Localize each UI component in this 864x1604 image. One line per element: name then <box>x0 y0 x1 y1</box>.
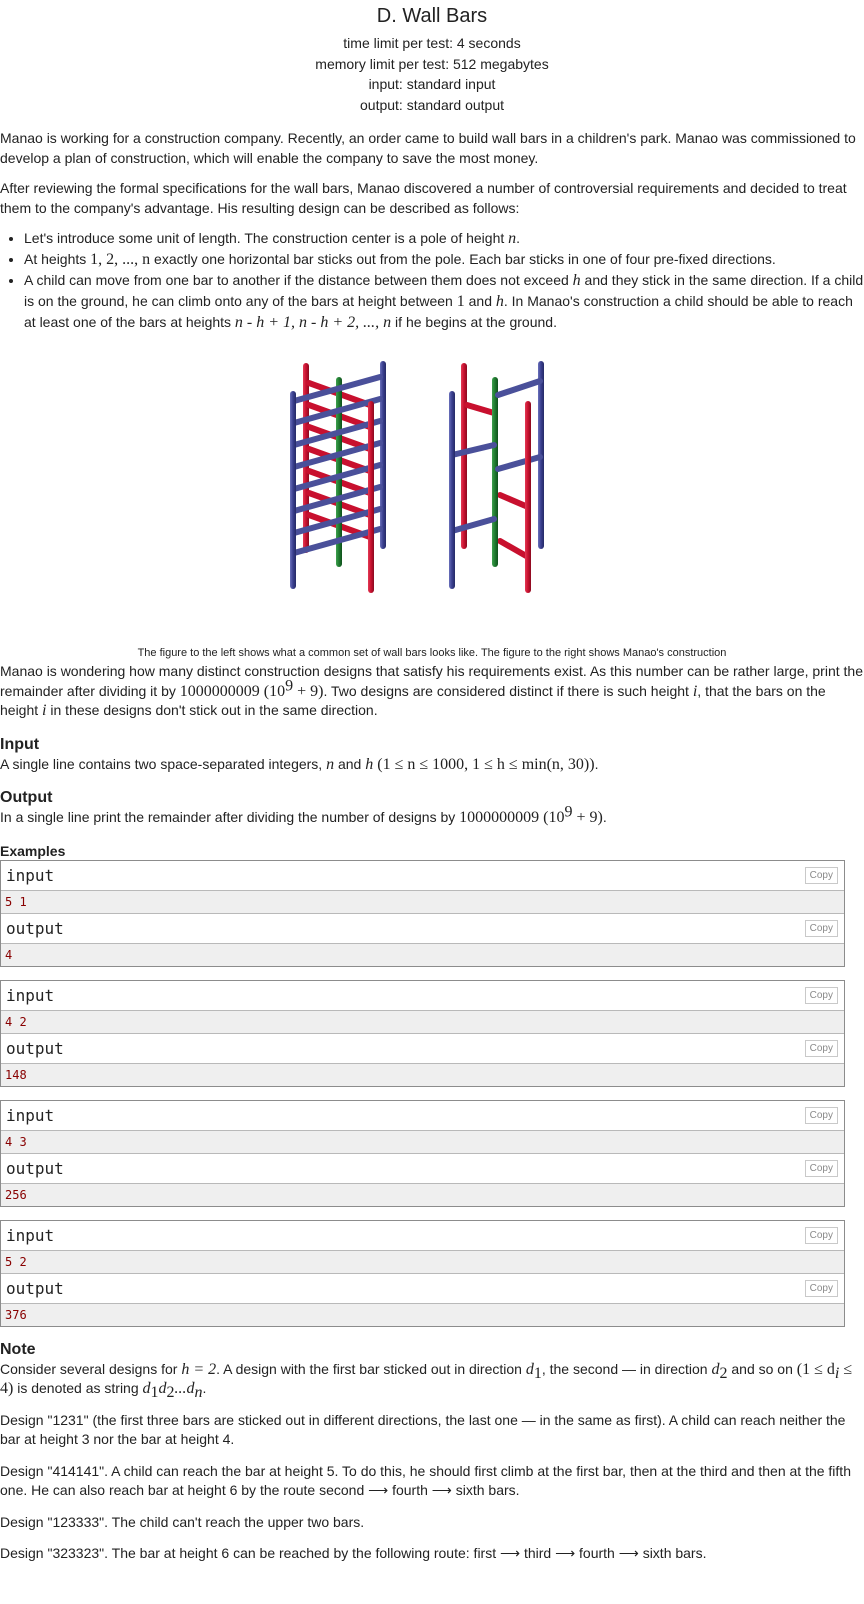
examples-title: Examples <box>0 842 66 859</box>
note-paragraph-4: Design "123333". The child can't reach t… <box>0 1513 365 1530</box>
example-block: input Copy 5 2 output Copy 376 <box>0 1219 845 1327</box>
example-input-header: input Copy <box>1 980 844 1011</box>
example-output-header: output Copy <box>1 1033 844 1064</box>
copy-button[interactable]: Copy <box>804 919 838 937</box>
example-input-value: 5 1 <box>1 890 844 914</box>
example-input-value: 4 3 <box>1 1130 844 1154</box>
common-wall-bars <box>290 361 386 593</box>
statement-paragraph-3: Manao is wondering how many distinct con… <box>0 663 863 719</box>
example-output-value: 148 <box>1 1063 844 1086</box>
problem-page: D. Wall Bars time limit per test: 4 seco… <box>0 2 864 1564</box>
example-output-value: 256 <box>1 1183 844 1206</box>
output-file: output: standard output <box>360 96 504 113</box>
example-block: input Copy 4 3 output Copy 256 <box>0 1099 845 1207</box>
copy-button[interactable]: Copy <box>804 1159 838 1177</box>
memory-limit: memory limit per test: 512 megabytes <box>315 55 549 72</box>
copy-button[interactable]: Copy <box>804 1279 838 1297</box>
example-output-header: output Copy <box>1 913 844 944</box>
copy-button[interactable]: Copy <box>804 1106 838 1124</box>
requirements-list: Let's introduce some unit of length. The… <box>0 228 864 333</box>
note-paragraph-1: Consider several designs for h = 2. A de… <box>0 1360 853 1401</box>
input-description: A single line contains two space-separat… <box>0 755 599 773</box>
example-block: input Copy 5 1 output Copy 4 <box>0 859 845 967</box>
note-paragraph-3: Design "414141". A child can reach the b… <box>0 1462 851 1499</box>
output-description: In a single line print the remainder aft… <box>0 803 607 826</box>
copy-button[interactable]: Copy <box>804 1039 838 1057</box>
example-block: input Copy 4 2 output Copy 148 <box>0 979 845 1087</box>
example-input-header: input Copy <box>1 860 844 891</box>
statement-paragraph-1: Manao is working for a construction comp… <box>0 130 856 166</box>
copy-button[interactable]: Copy <box>804 986 838 1004</box>
copy-button[interactable]: Copy <box>804 866 838 884</box>
example-input-value: 5 2 <box>1 1250 844 1274</box>
problem-title: D. Wall Bars <box>376 5 488 27</box>
problem-limits: time limit per test: 4 seconds memory li… <box>0 33 864 115</box>
note-paragraph-2: Design "1231" (the first three bars are … <box>0 1411 846 1448</box>
example-output-header: output Copy <box>1 1153 844 1184</box>
example-output-header: output Copy <box>1 1273 844 1304</box>
statement-paragraph-2: After reviewing the formal specification… <box>0 180 847 216</box>
input-file: input: standard input <box>368 76 496 92</box>
example-output-value: 4 <box>1 943 844 966</box>
output-title: Output <box>0 789 53 806</box>
requirement-item: Let's introduce some unit of length. The… <box>24 228 864 249</box>
wall-bars-illustration <box>290 361 544 593</box>
copy-button[interactable]: Copy <box>804 1226 838 1244</box>
example-input-header: input Copy <box>1 1100 844 1131</box>
requirement-item: A child can move from one bar to another… <box>24 270 864 333</box>
input-title: Input <box>0 735 40 753</box>
example-input-value: 4 2 <box>1 1010 844 1034</box>
manao-wall-bars <box>449 361 544 593</box>
note-title: Note <box>0 1340 36 1358</box>
example-output-value: 376 <box>1 1303 844 1326</box>
note-paragraph-5: Design "323323". The bar at height 6 can… <box>0 1545 707 1561</box>
figure-caption: The figure to the left shows what a comm… <box>137 647 727 659</box>
wall-bars-figure <box>0 347 864 637</box>
time-limit: time limit per test: 4 seconds <box>343 35 521 51</box>
requirement-item: At heights 1, 2, ..., n exactly one hori… <box>24 249 864 270</box>
example-input-header: input Copy <box>1 1220 844 1251</box>
